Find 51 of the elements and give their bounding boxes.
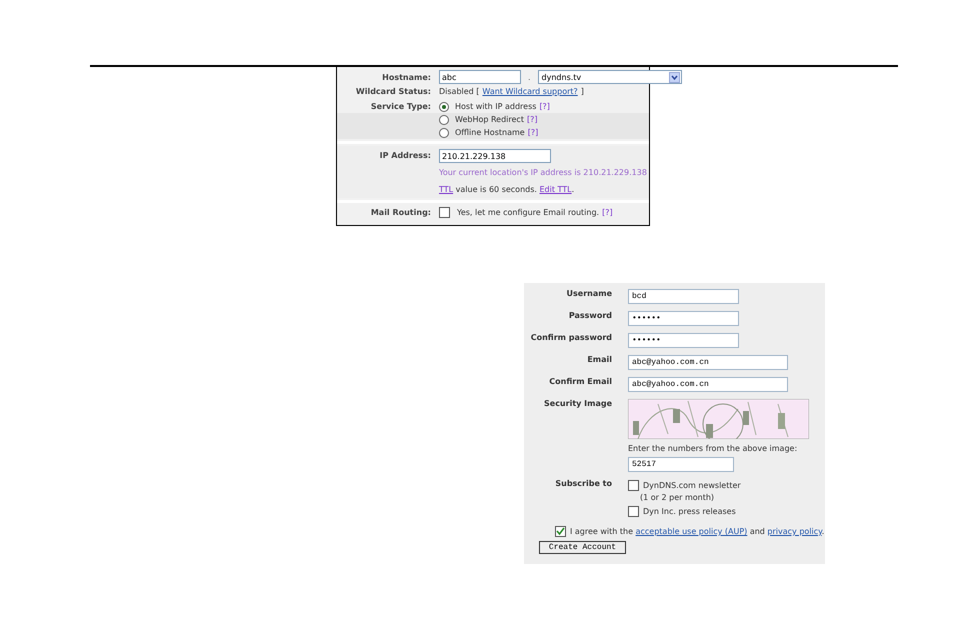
option-label: WebHop Redirect [455,115,524,124]
radio-button[interactable] [439,102,449,112]
help-link[interactable]: [?] [602,208,613,216]
text-input[interactable]: abc@yahoo.com.cn [628,355,788,370]
option-label: Offline Hostname [455,128,525,137]
dot-separator: . [528,72,531,82]
instruction-text: Enter the numbers from the above image: [628,444,798,453]
ip-address-input[interactable]: 210.21.229.138 [439,149,551,163]
ttl-text: TTL value is 60 seconds. Edit TTL. [439,185,574,194]
radio-button[interactable] [439,128,449,138]
field-label: Email [586,355,612,364]
field-label: Service Type: [370,102,431,111]
field-label: Password [568,311,612,320]
create-account-button[interactable]: Create Account [539,541,626,554]
help-link[interactable]: [?] [528,128,538,137]
field-label: Subscribe to [554,479,612,488]
field-label: Confirm password [530,333,612,342]
text-input[interactable]: abc@yahoo.com.cn [628,377,788,392]
checkbox-label: Dyn Inc. press releases [643,506,736,516]
text-input[interactable]: bcd [628,289,739,304]
frequency-note: (1 or 2 per month) [640,492,714,504]
checkbox-label: DynDNS.com newsletter [643,480,741,490]
checkbox[interactable] [439,206,450,218]
radio-button[interactable] [439,114,449,124]
field-label: Wildcard Status: [354,87,431,96]
agreement-text: I agree with the acceptable use policy (AUP) and privacy policy. [570,527,824,536]
field-label: IP Address: [378,151,431,160]
field-label: Security Image [543,399,612,408]
hostname-input[interactable]: abc [439,70,521,84]
checkbox[interactable] [555,526,566,537]
option-label: Host with IP address [455,102,536,111]
help-link[interactable]: [?] [539,102,550,111]
text-input[interactable]: •••••• [628,333,739,348]
field-label: Username [566,289,612,298]
field-label: Mail Routing: [370,208,431,216]
aup-link[interactable]: acceptable use policy (AUP) [636,527,748,536]
code-input[interactable]: 52517 [628,457,734,472]
help-link[interactable]: [?] [526,115,538,124]
wildcard-support-link[interactable]: Want Wildcard support? [482,87,578,96]
domain-select[interactable]: dyndns.tv [538,70,682,84]
field-label: Hostname: [381,72,431,82]
wildcard-status-text: Disabled [ Want Wildcard support? ] [439,87,584,96]
checkbox[interactable] [628,506,639,516]
field-label: Confirm Email [548,377,612,386]
checkbox-label: Yes, let me configure Email routing. [457,208,600,216]
edit-ttl-link[interactable]: Edit TTL [539,185,572,194]
privacy-policy-link[interactable]: privacy policy [767,527,822,536]
checkbox[interactable] [628,480,639,490]
ttl-link[interactable]: TTL [439,185,454,194]
text-input[interactable]: •••••• [628,311,739,326]
current-ip-note: Your current location's IP address is 210.21.229.138 [439,168,647,177]
